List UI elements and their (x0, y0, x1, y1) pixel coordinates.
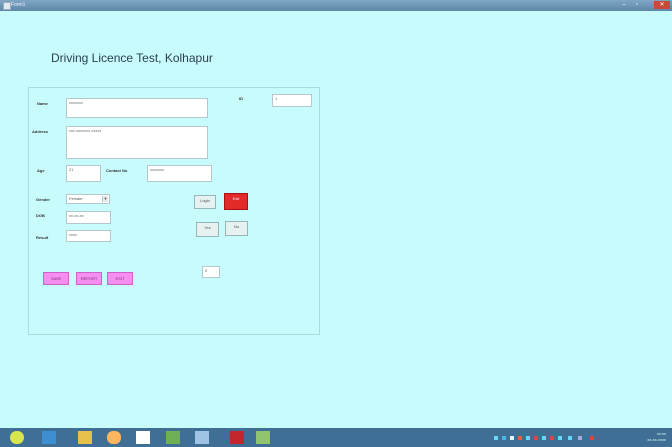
address-label: Address (32, 129, 49, 134)
tray-icon[interactable] (534, 436, 538, 440)
tray-icon[interactable] (542, 436, 546, 440)
vs-icon[interactable] (195, 431, 209, 444)
media-icon[interactable] (107, 431, 121, 444)
gender-select-value: Female (69, 196, 83, 201)
save-button[interactable]: SAVE (43, 272, 69, 285)
tray-icon[interactable] (518, 436, 522, 440)
form-title: Driving Licence Test, Kolhapur (51, 51, 213, 65)
gender-select[interactable]: Female ▼ (66, 194, 110, 204)
window-titlebar: Form1 – ▫ ✕ (0, 0, 672, 11)
maximize-button[interactable]: ▫ (631, 1, 643, 9)
paint-icon[interactable] (166, 431, 180, 444)
counter-box[interactable]: 0 (202, 266, 220, 278)
age-input[interactable]: 21 (66, 165, 101, 182)
chevron-down-icon[interactable]: ▼ (102, 196, 108, 202)
tray-icon[interactable] (510, 436, 514, 440)
tray-icon[interactable] (568, 436, 572, 440)
taskbar-clock[interactable]: xx:xx xx-xx-xxxx (644, 431, 666, 443)
word-icon[interactable] (136, 431, 150, 444)
app-icon[interactable] (256, 431, 270, 444)
no-button[interactable]: No (225, 221, 248, 236)
red-exit-button[interactable]: Exit (224, 193, 248, 210)
result-label: Result (36, 235, 49, 240)
pdf-icon[interactable] (230, 431, 244, 444)
contact-input[interactable]: xxxxxxx (147, 165, 212, 182)
app-window-icon (3, 2, 11, 10)
date-input[interactable]: xx-xx-xx (66, 211, 111, 224)
folder-icon[interactable] (78, 431, 92, 444)
id-input[interactable]: 1 (272, 94, 312, 107)
age-label: Age (37, 168, 45, 173)
name-input[interactable]: xxxxxxx (66, 98, 208, 118)
tray-icon[interactable] (590, 436, 594, 440)
tray-icon[interactable] (550, 436, 554, 440)
window-title: Form1 (11, 2, 26, 8)
clock-date: xx-xx-xxxx (647, 437, 666, 442)
tray-icon[interactable] (558, 436, 562, 440)
ie-icon[interactable] (42, 431, 56, 444)
id-label: ID (239, 96, 243, 101)
start-icon[interactable] (10, 431, 24, 444)
result-input[interactable]: xxxx (66, 230, 111, 242)
report-button[interactable]: REPORT (76, 272, 102, 285)
taskbar: xx:xx xx-xx-xxxx (0, 428, 672, 447)
tray-icon[interactable] (526, 436, 530, 440)
date-label: DOB (36, 213, 45, 218)
minimize-button[interactable]: – (618, 1, 630, 9)
address-input[interactable]: xxx xxxxxxx xxxxx (66, 126, 208, 159)
gender-label: Gender (36, 197, 51, 202)
yes-button[interactable]: Yes (196, 222, 219, 237)
tray-icon[interactable] (502, 436, 506, 440)
exit-button[interactable]: EXIT (107, 272, 133, 285)
tray-icon[interactable] (578, 436, 582, 440)
login-button[interactable]: Login (194, 195, 216, 209)
tray-icon[interactable] (494, 436, 498, 440)
close-button[interactable]: ✕ (654, 1, 670, 9)
system-tray: xx:xx xx-xx-xxxx (482, 428, 672, 447)
contact-label: Contact No (106, 168, 128, 173)
name-label: Name (37, 101, 48, 106)
